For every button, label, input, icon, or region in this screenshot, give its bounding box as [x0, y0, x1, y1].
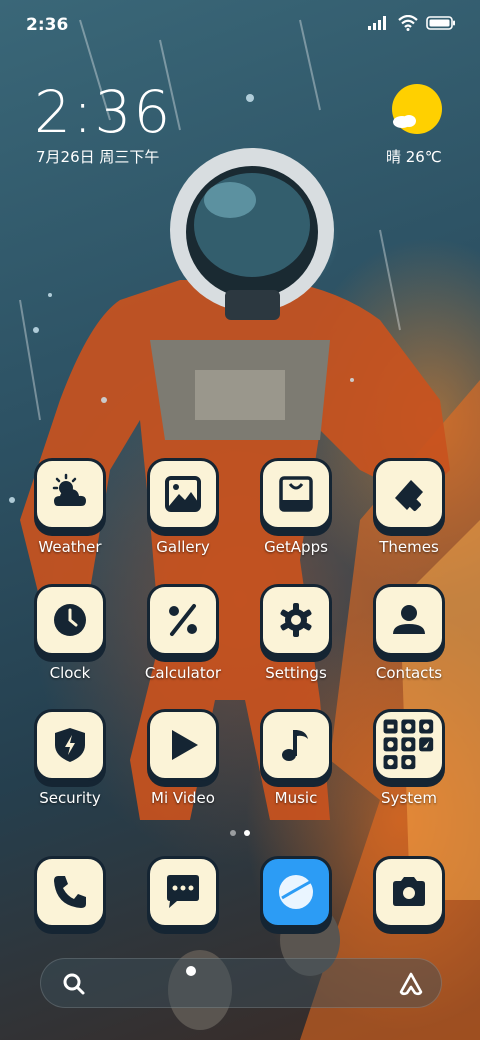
contacts-icon	[393, 605, 425, 634]
security-app-tile[interactable]	[34, 709, 106, 781]
signal-icon	[368, 16, 386, 30]
music-icon	[282, 730, 308, 761]
page-indicator[interactable]	[0, 830, 480, 836]
page-dot-active[interactable]	[244, 830, 250, 836]
dock-camera[interactable]	[373, 856, 445, 928]
system-folder-tile[interactable]	[373, 709, 445, 781]
phone-icon	[54, 876, 86, 908]
home-indicator-dot	[186, 966, 196, 976]
status-time: 2:36	[26, 15, 69, 35]
app-settings[interactable]: Settings	[240, 584, 348, 694]
status-icons	[368, 15, 456, 31]
gallery-icon	[165, 476, 201, 512]
app-gallery[interactable]: Gallery	[127, 458, 235, 568]
app-label: GetApps	[264, 538, 328, 556]
gallery-app-tile[interactable]	[147, 458, 219, 530]
settings-icon	[280, 603, 312, 637]
video-icon	[172, 730, 198, 760]
calculator-icon	[169, 604, 197, 636]
app-label: Contacts	[375, 664, 443, 682]
camera-icon	[393, 877, 425, 906]
browser-icon	[279, 875, 313, 909]
camera-app-tile[interactable]	[373, 856, 445, 928]
app-label: Weather	[38, 538, 102, 556]
app-music[interactable]: Music	[240, 709, 348, 819]
app-label: Gallery	[156, 538, 210, 556]
search-icon[interactable]	[61, 971, 87, 997]
clock-widget-date[interactable]: 7月26日 周三下午	[36, 146, 159, 167]
themes-app-tile[interactable]	[373, 458, 445, 530]
app-contacts[interactable]: Contacts	[353, 584, 461, 694]
video-app-tile[interactable]	[147, 709, 219, 781]
app-getapps[interactable]: GetApps	[240, 458, 348, 568]
calculator-app-tile[interactable]	[147, 584, 219, 656]
settings-app-tile[interactable]	[260, 584, 332, 656]
app-label: Clock	[49, 664, 91, 682]
getapps-icon	[279, 476, 313, 512]
app-security[interactable]: Security	[14, 709, 122, 819]
weather-icon	[52, 473, 86, 506]
page-dot[interactable]	[230, 830, 236, 836]
messages-icon	[167, 875, 199, 908]
dock-messages[interactable]	[147, 856, 219, 928]
cloud-icon	[393, 115, 416, 128]
music-app-tile[interactable]	[260, 709, 332, 781]
getapps-app-tile[interactable]	[260, 458, 332, 530]
dock-phone[interactable]	[34, 856, 106, 928]
clock-widget-time[interactable]: 2:36	[34, 78, 172, 146]
browser-app-tile[interactable]	[260, 856, 332, 928]
wifi-icon	[398, 15, 418, 31]
dock-browser[interactable]	[260, 856, 332, 928]
app-calculator[interactable]: Calculator	[127, 584, 235, 694]
app-label: Music	[274, 789, 318, 807]
app-label: System	[381, 789, 437, 807]
app-clock[interactable]: Clock	[14, 584, 122, 694]
app-themes[interactable]: Themes	[353, 458, 461, 568]
app-system-folder[interactable]: System	[353, 709, 461, 819]
weather-widget-text[interactable]: 晴 26℃	[386, 146, 442, 167]
app-label: Settings	[265, 664, 327, 682]
weather-app-tile[interactable]	[34, 458, 106, 530]
security-icon	[55, 728, 85, 762]
clock-icon	[54, 604, 86, 636]
assistant-icon[interactable]	[397, 970, 425, 998]
app-label: Calculator	[144, 664, 222, 682]
search-bar[interactable]	[40, 958, 442, 1008]
contacts-app-tile[interactable]	[373, 584, 445, 656]
app-label: Mi Video	[151, 789, 215, 807]
clock-app-tile[interactable]	[34, 584, 106, 656]
app-weather[interactable]: Weather	[14, 458, 122, 568]
app-label: Themes	[379, 538, 439, 556]
app-label: Security	[39, 789, 101, 807]
messages-app-tile[interactable]	[147, 856, 219, 928]
status-bar: 2:36	[0, 0, 480, 50]
phone-app-tile[interactable]	[34, 856, 106, 928]
app-mi-video[interactable]: Mi Video	[127, 709, 235, 819]
system-folder-icon	[383, 719, 434, 770]
themes-icon	[395, 480, 423, 511]
battery-icon	[426, 16, 455, 30]
